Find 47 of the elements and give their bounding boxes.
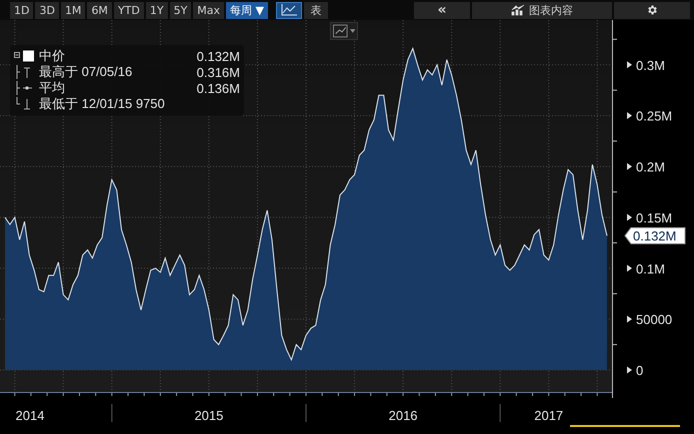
series-toggle-icon[interactable] [14,49,36,63]
legend-label: 平均 [39,79,65,97]
chart-content-button[interactable]: 图表内容 [472,2,612,18]
y-axis-label: 0.2M [636,160,665,175]
range-button[interactable]: 1Y [146,2,168,18]
range-button[interactable]: 1M [60,2,86,18]
y-axis-label: 50000 [636,312,672,328]
legend-value: 0.136M [196,80,240,96]
range-button[interactable]: 5Y [170,2,192,18]
tick-marker-icon [627,366,632,374]
caret-icon [350,29,355,33]
tick-marker-icon [627,112,632,120]
tick-marker-icon [627,163,632,170]
tick-marker-icon [627,214,632,221]
legend-label: 最低于 12/01/15 9750 [39,95,165,113]
frequency-dropdown[interactable]: 每周 ▼ [226,2,268,18]
tick-marker-icon [627,61,632,68]
range-button[interactable]: 1D [10,2,34,18]
tick-marker-icon [627,316,632,323]
line-chart-icon [281,4,298,16]
range-button[interactable]: Max [193,2,224,18]
legend-value: 0.132M [196,48,240,64]
line-chart-view-button[interactable] [276,2,302,18]
table-view-button[interactable]: 表 [304,2,328,18]
tick-marker-icon [627,264,632,272]
bar-chart-icon [511,4,525,16]
settings-icon [646,4,658,16]
collapse-button[interactable]: « [414,2,470,18]
y-axis-label: 0.25M [636,108,672,124]
line-chart-icon [333,24,348,38]
y-axis-label: 0.3M [636,58,665,73]
settings-button[interactable] [614,2,690,18]
y-axis-label: 0.1M [636,261,665,276]
last-value-tag: 0.132M [624,227,686,244]
y-axis-label: 0.15M [636,210,672,226]
range-button[interactable]: YTD [114,2,144,18]
legend-value: 0.316M [196,64,240,80]
x-axis-label: 2016 [388,408,418,423]
range-button[interactable]: 3D [35,2,59,18]
legend-label: 最高于 07/05/16 [39,63,132,81]
legend-label: 中价 [39,47,65,65]
y-axis-label: 0 [636,363,644,378]
x-axis-label: 2017 [534,408,564,423]
x-axis-label: 2014 [16,408,44,423]
range-button[interactable]: 6M [87,2,112,18]
x-axis-label: 2015 [194,408,224,423]
chart-type-dropdown[interactable] [330,22,358,40]
